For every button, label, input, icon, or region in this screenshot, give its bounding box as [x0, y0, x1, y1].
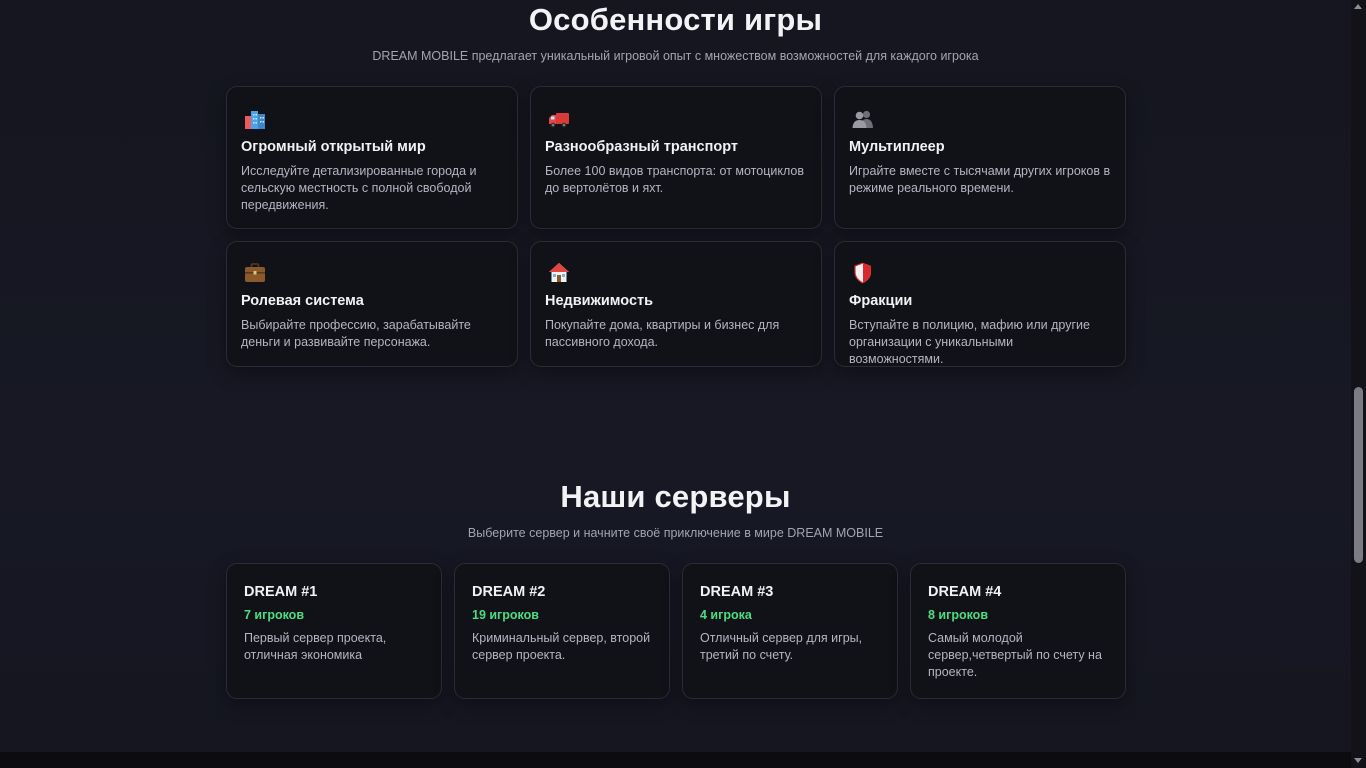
feature-description: Более 100 видов транспорта: от мотоцикло…	[545, 164, 804, 195]
feature-card-real-estate: Недвижимость Покупайте дома, квартиры и …	[530, 241, 822, 367]
scrollbar-thumb[interactable]	[1354, 387, 1363, 563]
server-players: 19 игроков	[472, 608, 539, 622]
server-card-2[interactable]: DREAM #2 19 игроков Криминальный сервер,…	[454, 563, 670, 699]
feature-description: Вступайте в полицию, мафию или другие ор…	[849, 318, 1090, 366]
feature-title: Мультиплеер	[849, 139, 945, 155]
feature-description: Исследуйте детализированные города и сел…	[241, 164, 477, 212]
feature-card-transport: Разнообразный транспорт Более 100 видов …	[530, 86, 822, 229]
server-card-4[interactable]: DREAM #4 8 игроков Самый молодой сервер,…	[910, 563, 1126, 699]
feature-title: Фракции	[849, 293, 913, 309]
server-players: 8 игроков	[928, 608, 988, 622]
feature-card-roleplay: Ролевая система Выбирайте профессию, зар…	[226, 241, 518, 367]
server-name: DREAM #4	[928, 584, 1002, 600]
feature-description: Играйте вместе с тысячами других игроков…	[849, 164, 1111, 195]
server-description: Первый сервер проекта, отличная экономик…	[244, 631, 387, 662]
features-subtitle: DREAM MOBILE предлагает уникальный игров…	[372, 49, 979, 63]
server-players: 7 игроков	[244, 608, 304, 622]
feature-title: Недвижимость	[545, 293, 654, 309]
house-icon	[547, 261, 571, 285]
vertical-scrollbar[interactable]	[1351, 0, 1366, 768]
feature-title: Ролевая система	[241, 293, 364, 309]
servers-title: Наши серверы	[560, 479, 791, 514]
feature-card-factions: Фракции Вступайте в полицию, мафию или д…	[834, 241, 1126, 367]
feature-title: Разнообразный транспорт	[545, 139, 738, 155]
page: Особенности игры DREAM MOBILE предлагает…	[0, 0, 1351, 768]
footer-bar	[0, 752, 1351, 768]
truck-icon	[547, 107, 571, 131]
feature-description: Выбирайте профессию, зарабатывайте деньг…	[241, 318, 471, 349]
server-card-1[interactable]: DREAM #1 7 игроков Первый сервер проекта…	[226, 563, 442, 699]
server-players: 4 игрока	[700, 608, 752, 622]
city-icon	[243, 107, 267, 131]
server-name: DREAM #2	[472, 584, 546, 600]
server-name: DREAM #1	[244, 584, 318, 600]
shield-icon	[851, 261, 875, 285]
features-title: Особенности игры	[528, 2, 823, 37]
server-card-3[interactable]: DREAM #3 4 игрока Отличный сервер для иг…	[682, 563, 898, 699]
feature-card-open-world: Огромный открытый мир Исследуйте детализ…	[226, 86, 518, 229]
feature-card-multiplayer: Мультиплеер Играйте вместе с тысячами др…	[834, 86, 1126, 229]
server-name: DREAM #3	[700, 584, 774, 600]
feature-title: Огромный открытый мир	[241, 139, 426, 155]
scroll-down-arrow-icon[interactable]	[1354, 758, 1362, 763]
scroll-up-arrow-icon[interactable]	[1354, 4, 1362, 9]
server-description: Самый молодой сервер,четвертый по счету …	[928, 631, 1102, 679]
server-description: Отличный сервер для игры, третий по счет…	[700, 631, 863, 662]
people-icon	[851, 107, 875, 131]
servers-subtitle: Выберите сервер и начните своё приключен…	[467, 526, 884, 540]
feature-description: Покупайте дома, квартиры и бизнес для па…	[545, 318, 780, 349]
server-description: Криминальный сервер, второй сервер проек…	[472, 631, 651, 662]
briefcase-icon	[243, 261, 267, 285]
